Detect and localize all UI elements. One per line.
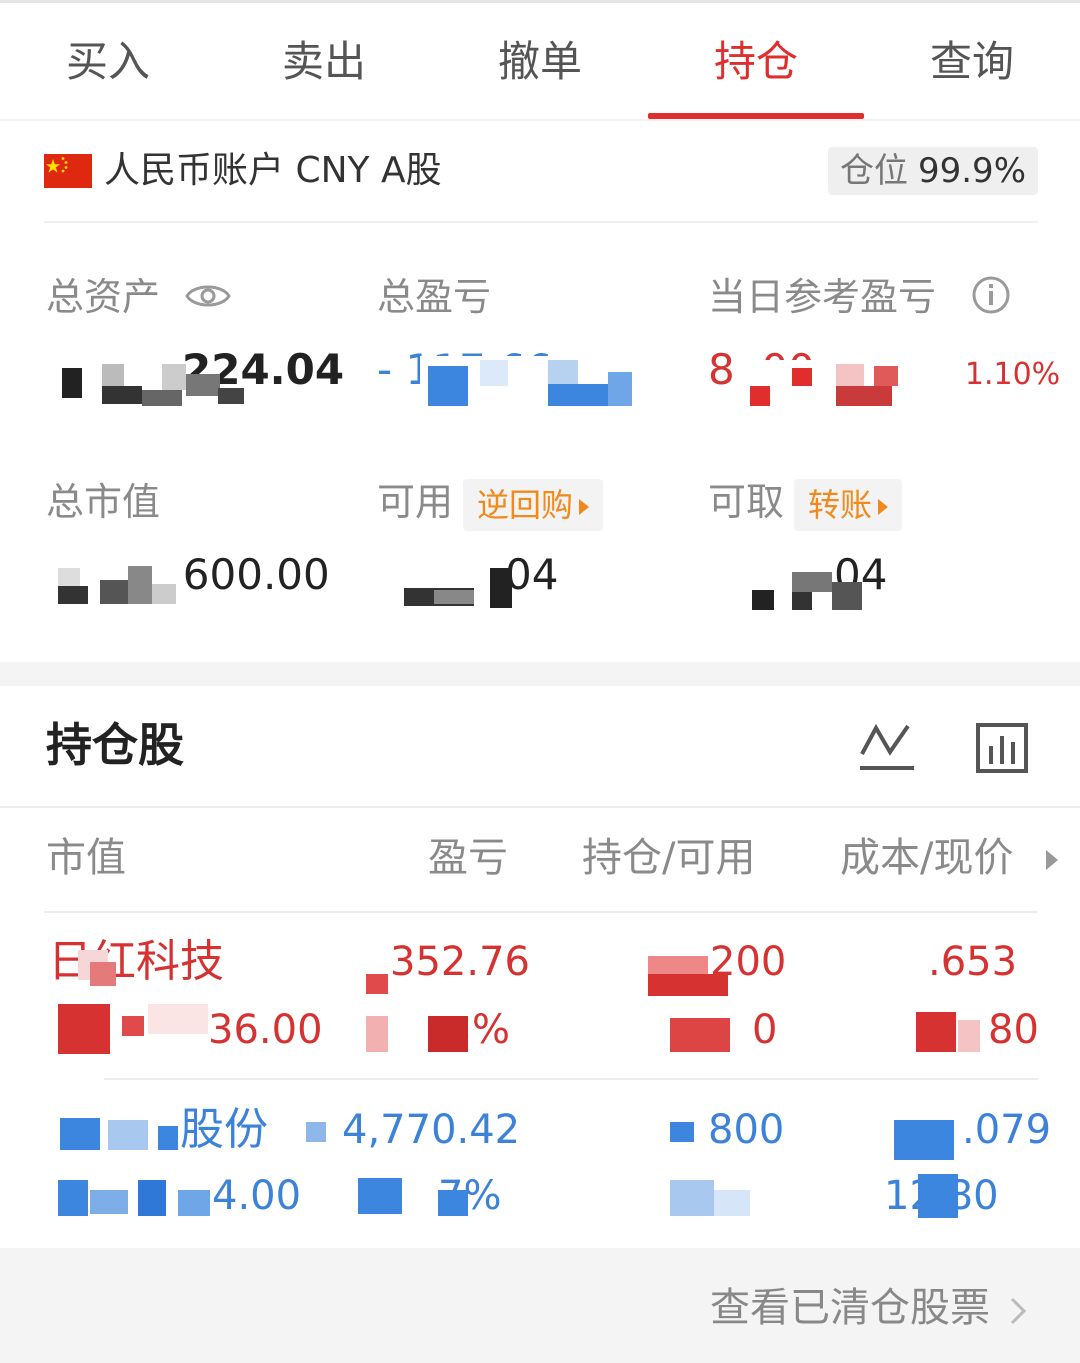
tab-sell[interactable]: 卖出 [216,3,432,119]
column-position: 持仓/可用 [582,835,756,881]
total-assets-redaction [58,360,248,408]
reverse-repo-tag[interactable]: 逆回购 [463,478,604,531]
column-pnl: 盈亏 [428,835,508,881]
view-cleared-stocks-link[interactable]: 查看已清仓股票 [710,1282,990,1334]
row1-redaction [48,940,1048,1060]
tab-buy[interactable]: 买入 [0,3,216,119]
withdrawable-label: 可取 [708,480,785,524]
position-value: 99.9% [917,151,1026,191]
chevron-right-icon[interactable] [1006,1296,1030,1326]
row2-redaction [48,1108,1048,1226]
scroll-right-icon[interactable] [1046,850,1058,870]
column-cost-price: 成本/现价 [840,835,1014,881]
transfer-tag[interactable]: 转账 [794,478,903,531]
position-badge: 仓位 99.9% [827,147,1038,195]
daily-pnl-percent: 1.10% [964,357,1061,392]
tab-buy-label: 买入 [65,36,150,86]
transfer-label: 转账 [808,485,873,524]
line-chart-icon[interactable] [858,718,916,774]
triangle-right-icon [878,498,889,515]
tab-query[interactable]: 查询 [864,3,1080,119]
account-name: 人民币账户 CNY A股 [104,150,442,191]
market-value-label: 总市值 [46,480,161,524]
section-divider [0,662,1080,686]
china-flag-icon [44,154,92,188]
holdings-separator [0,806,1080,808]
eye-icon[interactable] [184,278,232,314]
tab-cancel-label: 撤单 [497,36,582,86]
holdings-title: 持仓股 [46,718,184,772]
withdrawable-redaction [748,562,868,610]
footer-bar: 查看已清仓股票 [0,1248,1080,1363]
tab-sell-label: 卖出 [281,36,366,86]
tab-cancel[interactable]: 撤单 [432,3,648,119]
triangle-right-icon [579,498,590,515]
bar-chart-icon[interactable] [975,722,1029,774]
available-label: 可用 [377,480,454,524]
column-separator [44,911,1038,913]
trade-tabs: 买入 卖出 撤单 持仓 查询 [0,3,1080,121]
tab-holdings-label: 持仓 [713,36,798,86]
total-pnl-label: 总盈亏 [377,275,492,319]
info-icon[interactable] [970,274,1012,316]
reverse-repo-label: 逆回购 [477,485,574,524]
daily-pnl-redaction [740,360,910,406]
tab-query-label: 查询 [929,36,1014,86]
column-market-value: 市值 [46,835,126,881]
available-redaction [404,560,534,610]
market-value-redaction [48,556,188,608]
account-row[interactable]: 人民币账户 CNY A股 仓位 99.9% [44,145,1038,223]
row-separator [104,1078,1038,1080]
tab-holdings[interactable]: 持仓 [648,3,864,119]
total-pnl-redaction [420,356,660,408]
position-label: 仓位 [839,151,908,191]
